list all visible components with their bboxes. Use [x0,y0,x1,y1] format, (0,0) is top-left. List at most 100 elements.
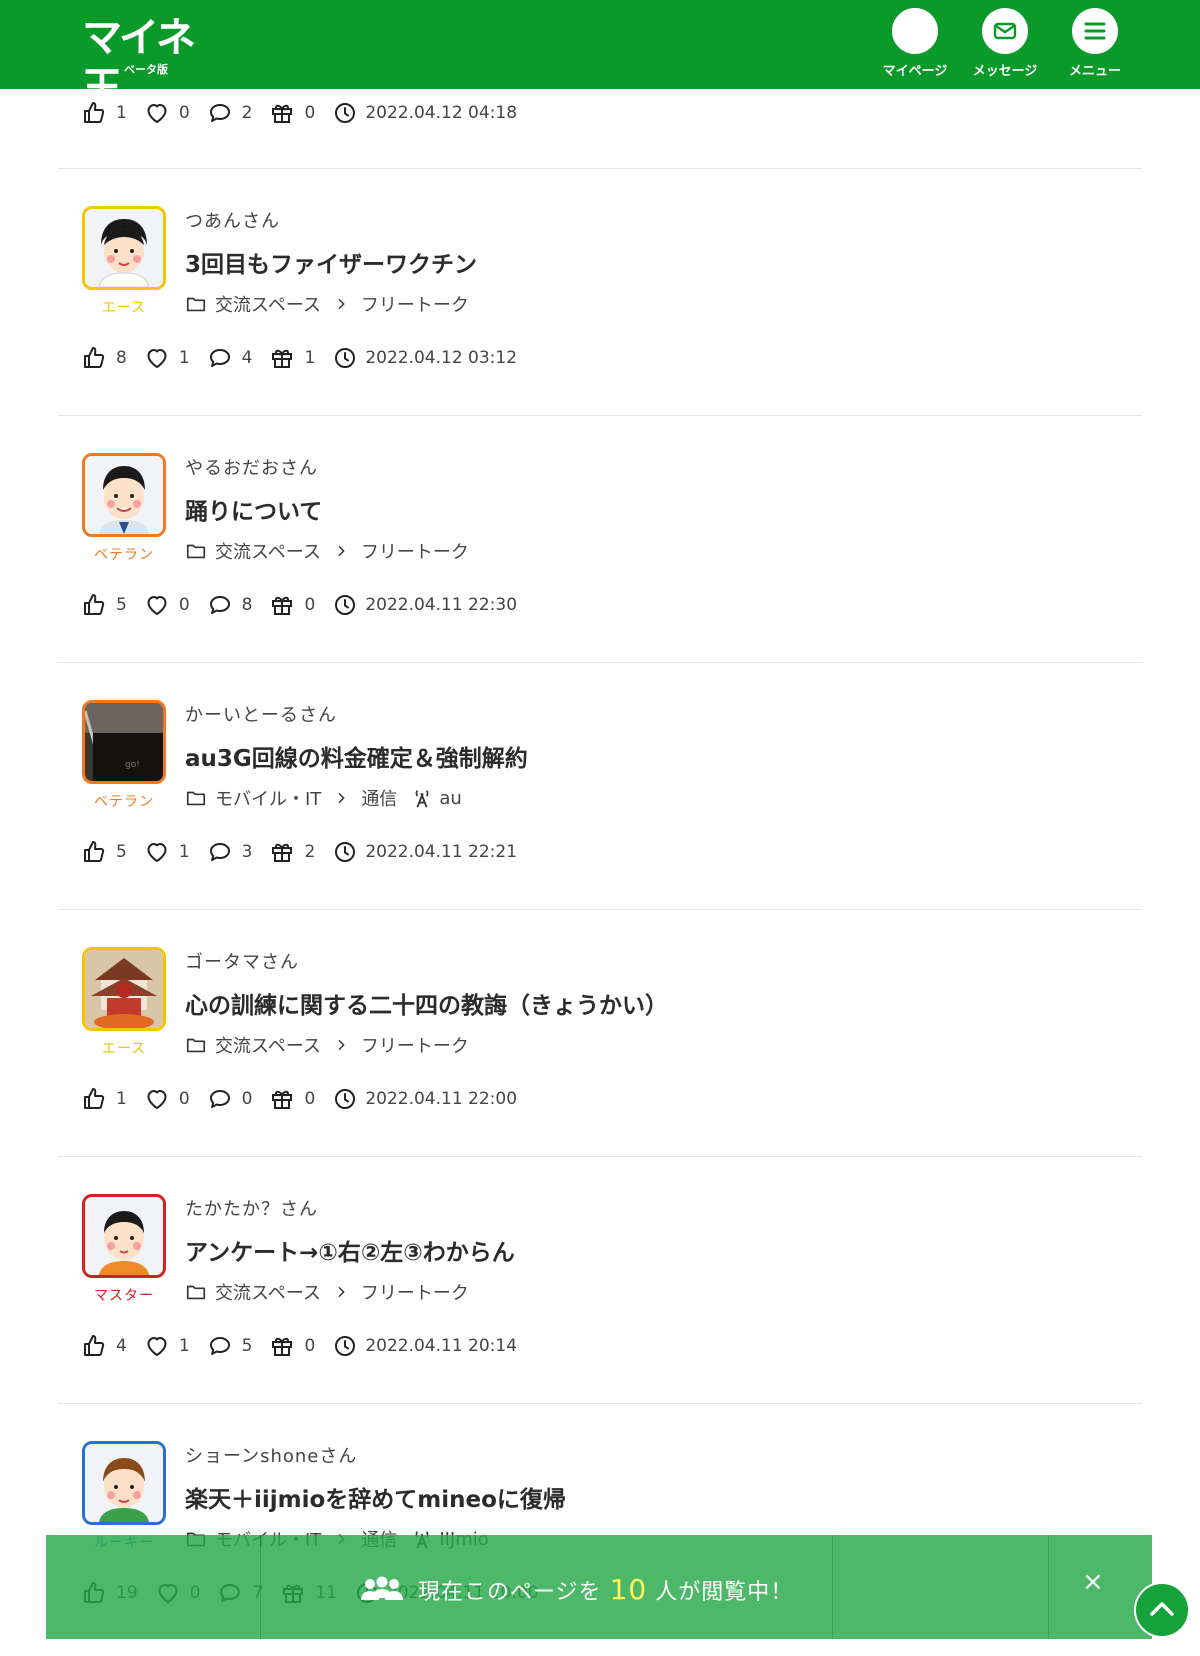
subcategory-link[interactable]: 通信 [361,785,397,811]
thumbs-up-icon [82,101,106,125]
favorite-stat[interactable]: 0 [145,1087,190,1111]
comment-count: 8 [241,595,253,615]
tag-link[interactable]: au [439,788,461,809]
author-rank-badge: ベテラン [94,547,154,563]
heart-icon [145,1087,169,1111]
subcategory-link[interactable]: フリートーク [361,538,469,564]
comment-stat: 2 [208,101,252,125]
favorite-stat[interactable]: 1 [145,840,190,864]
people-icon [361,1576,403,1600]
folder-icon [185,1034,207,1056]
like-stat[interactable]: 8 [82,346,127,370]
post-author[interactable]: かーいとーるさん [185,701,337,727]
envelope-icon [982,8,1028,54]
thumbs-up-icon [82,1087,106,1111]
post-item[interactable]: エース つあんさん 3回目もファイザーワクチン 交流スペース フリートーク 8 … [58,168,1142,421]
like-stat[interactable]: 1 [82,101,127,125]
nav-mypage-label: マイページ [882,64,948,79]
like-stat[interactable]: 4 [82,1334,127,1358]
post-item[interactable]: エース ゴータマさん 心の訓練に関する二十四の教誨（きょうかい） 交流スペース … [58,909,1142,1162]
globe-avatar-icon [892,8,938,54]
post-title[interactable]: 踊りについて [185,492,322,526]
heart-icon [145,346,169,370]
like-stat[interactable]: 5 [82,840,127,864]
post-author[interactable]: つあんさん [185,207,280,233]
chevron-right-icon [333,790,349,806]
category-link[interactable]: モバイル・IT [215,785,321,811]
post-item[interactable]: マスター たかたか？さん アンケート→①右②左③わからん 交流スペース フリート… [58,1156,1142,1409]
subcategory-link[interactable]: フリートーク [361,1279,469,1305]
banner-prefix: 現在このページを [418,1579,602,1605]
comment-stat: 5 [208,1334,253,1358]
comment-icon [208,101,232,125]
post-author[interactable]: やるおだおさん [185,454,318,480]
heart-icon [145,840,169,864]
gift-icon [270,101,294,125]
comment-count: 5 [241,1336,253,1356]
post-title[interactable]: 3回目もファイザーワクチン [185,245,477,279]
post-item[interactable]: go! ベテラン かーいとーるさん au3G回線の料金確定＆強制解約 モバイル・… [58,662,1142,915]
gift-icon [270,346,294,370]
post-time: 2022.04.11 22:21 [333,840,517,864]
like-count: 1 [116,103,127,123]
site-header: マイネ王 ベータ版 マイページ メッセージ メニュー [0,0,1200,111]
author-avatar[interactable] [82,1194,166,1278]
scroll-to-top-button[interactable] [1134,1582,1190,1638]
post-title[interactable]: アンケート→①右②左③わからん [185,1233,515,1267]
post-date: 2022.04.11 20:14 [365,1336,518,1356]
gift-count: 2 [304,842,316,862]
gift-stat: 2 [270,840,315,864]
post-author[interactable]: ショーンshoneさん [185,1442,357,1468]
author-avatar[interactable] [82,206,166,290]
category-link[interactable]: 交流スペース [215,1279,321,1305]
viewer-count-banner: 現在このページを 10 人が閲覧中！ × [46,1535,1152,1639]
category-link[interactable]: 交流スペース [215,1032,321,1058]
post-title[interactable]: 心の訓練に関する二十四の教誨（きょうかい） [185,986,668,1020]
gift-count: 0 [304,1089,316,1109]
post-date: 2022.04.12 03:12 [365,348,518,368]
favorite-count: 1 [178,842,190,862]
site-logo[interactable]: マイネ王 ベータ版 [82,13,212,111]
category-link[interactable]: 交流スペース [215,291,321,317]
post-title[interactable]: au3G回線の料金確定＆強制解約 [185,739,528,773]
author-rank-badge: エース [101,1041,147,1057]
thumbs-up-icon [82,593,106,617]
comment-count: 4 [241,348,253,368]
gift-count: 1 [304,348,316,368]
favorite-stat[interactable]: 1 [145,1334,190,1358]
post-author[interactable]: たかたか？さん [185,1195,318,1221]
clock-icon [333,1087,357,1111]
nav-mypage[interactable]: マイページ [872,8,958,79]
favorite-stat[interactable]: 0 [145,101,190,125]
chevron-right-icon [333,1284,349,1300]
favorite-stat[interactable]: 1 [145,346,190,370]
previous-post-stats: 1 0 2 0 2022.04.12 04:18 [82,101,535,125]
like-stat[interactable]: 5 [82,593,127,617]
folder-icon [185,787,207,809]
subcategory-link[interactable]: フリートーク [361,291,469,317]
nav-menu[interactable]: メニュー [1052,8,1138,79]
clock-icon [333,593,357,617]
category-link[interactable]: 交流スペース [215,538,321,564]
nav-message[interactable]: メッセージ [962,8,1048,79]
author-avatar[interactable] [82,1441,166,1525]
thumbs-up-icon [82,346,106,370]
post-author[interactable]: ゴータマさん [185,948,299,974]
post-item[interactable]: ベテラン やるおだおさん 踊りについて 交流スペース フリートーク 5 0 8 … [58,415,1142,668]
author-avatar[interactable] [82,453,166,537]
subcategory-link[interactable]: フリートーク [361,1032,469,1058]
chevron-right-icon [333,1037,349,1053]
favorite-stat[interactable]: 0 [145,593,190,617]
comment-count: 3 [241,842,253,862]
thumbs-up-icon [82,840,106,864]
comment-stat: 8 [208,593,253,617]
author-rank-badge: ベテラン [94,794,154,810]
folder-icon [185,293,207,315]
folder-icon [185,1281,207,1303]
post-category: 交流スペース フリートーク [185,538,469,564]
author-avatar[interactable]: go! [82,700,166,784]
author-avatar[interactable] [82,947,166,1031]
post-title[interactable]: 楽天＋iijmioを辞めてmineoに復帰 [185,1480,566,1514]
like-stat[interactable]: 1 [82,1087,127,1111]
close-banner-button[interactable]: × [1082,1567,1104,1597]
